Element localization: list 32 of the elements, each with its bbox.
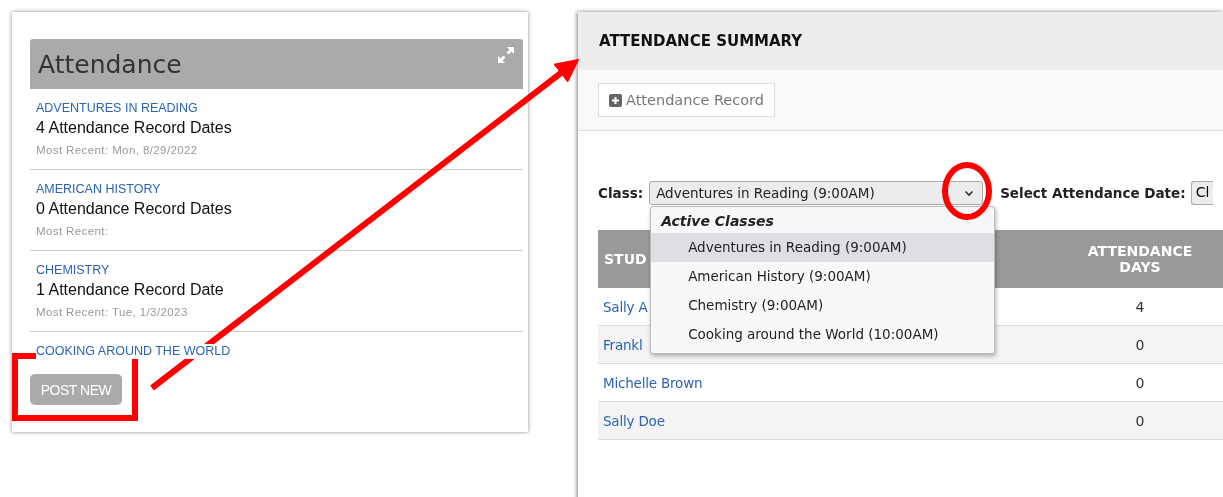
most-recent-text: Most Recent: Tue, 1/3/2023 xyxy=(36,305,189,320)
add-record-button[interactable]: Attendance Record xyxy=(598,83,776,117)
plus-icon xyxy=(609,93,622,107)
column-header: ATTENDANCE DAYS xyxy=(1079,230,1223,288)
widget-title: Attendance xyxy=(38,49,182,79)
dropdown-option[interactable]: Chemistry (9:00AM) xyxy=(651,291,995,320)
attendance-days: 0 xyxy=(1135,412,1145,429)
class-select[interactable]: Adventures in Reading (9:00AM) xyxy=(649,181,984,205)
option-group-label: Active Classes xyxy=(659,212,775,231)
record-count: 0 Attendance Record Dates xyxy=(36,199,233,219)
dropdown-option[interactable]: American History (9:00AM) xyxy=(651,262,995,291)
panel-title: ATTENDANCE SUMMARY xyxy=(599,32,803,50)
most-recent-text: Most Recent: Mon, 8/29/2022 xyxy=(36,143,199,158)
student-link[interactable]: Sally A xyxy=(603,298,648,315)
expand-icon[interactable] xyxy=(497,46,515,64)
date-select[interactable]: Cl xyxy=(1190,181,1214,205)
class-label: Class: xyxy=(598,185,644,201)
attendance-days: 4 xyxy=(1135,298,1145,315)
dropdown-option[interactable]: Cooking around the World (10:00AM) xyxy=(651,320,995,349)
highlight-circle xyxy=(942,162,992,220)
student-link[interactable]: Sally Doe xyxy=(603,412,665,429)
dropdown-option[interactable]: Adventures in Reading (9:00AM) xyxy=(651,233,995,262)
record-count: 1 Attendance Record Date xyxy=(36,280,225,300)
record-count: 4 Attendance Record Dates xyxy=(36,118,233,138)
date-label: Select Attendance Date: xyxy=(1000,185,1186,201)
student-link[interactable]: Michelle Brown xyxy=(603,374,703,391)
attendance-days: 0 xyxy=(1135,336,1145,353)
attendance-days: 0 xyxy=(1135,374,1145,391)
class-link[interactable]: COOKING AROUND THE WORLD xyxy=(36,344,231,359)
student-link[interactable]: Frankl xyxy=(603,336,643,353)
chevron-down-icon xyxy=(964,189,975,197)
most-recent-text: Most Recent: xyxy=(36,224,110,239)
